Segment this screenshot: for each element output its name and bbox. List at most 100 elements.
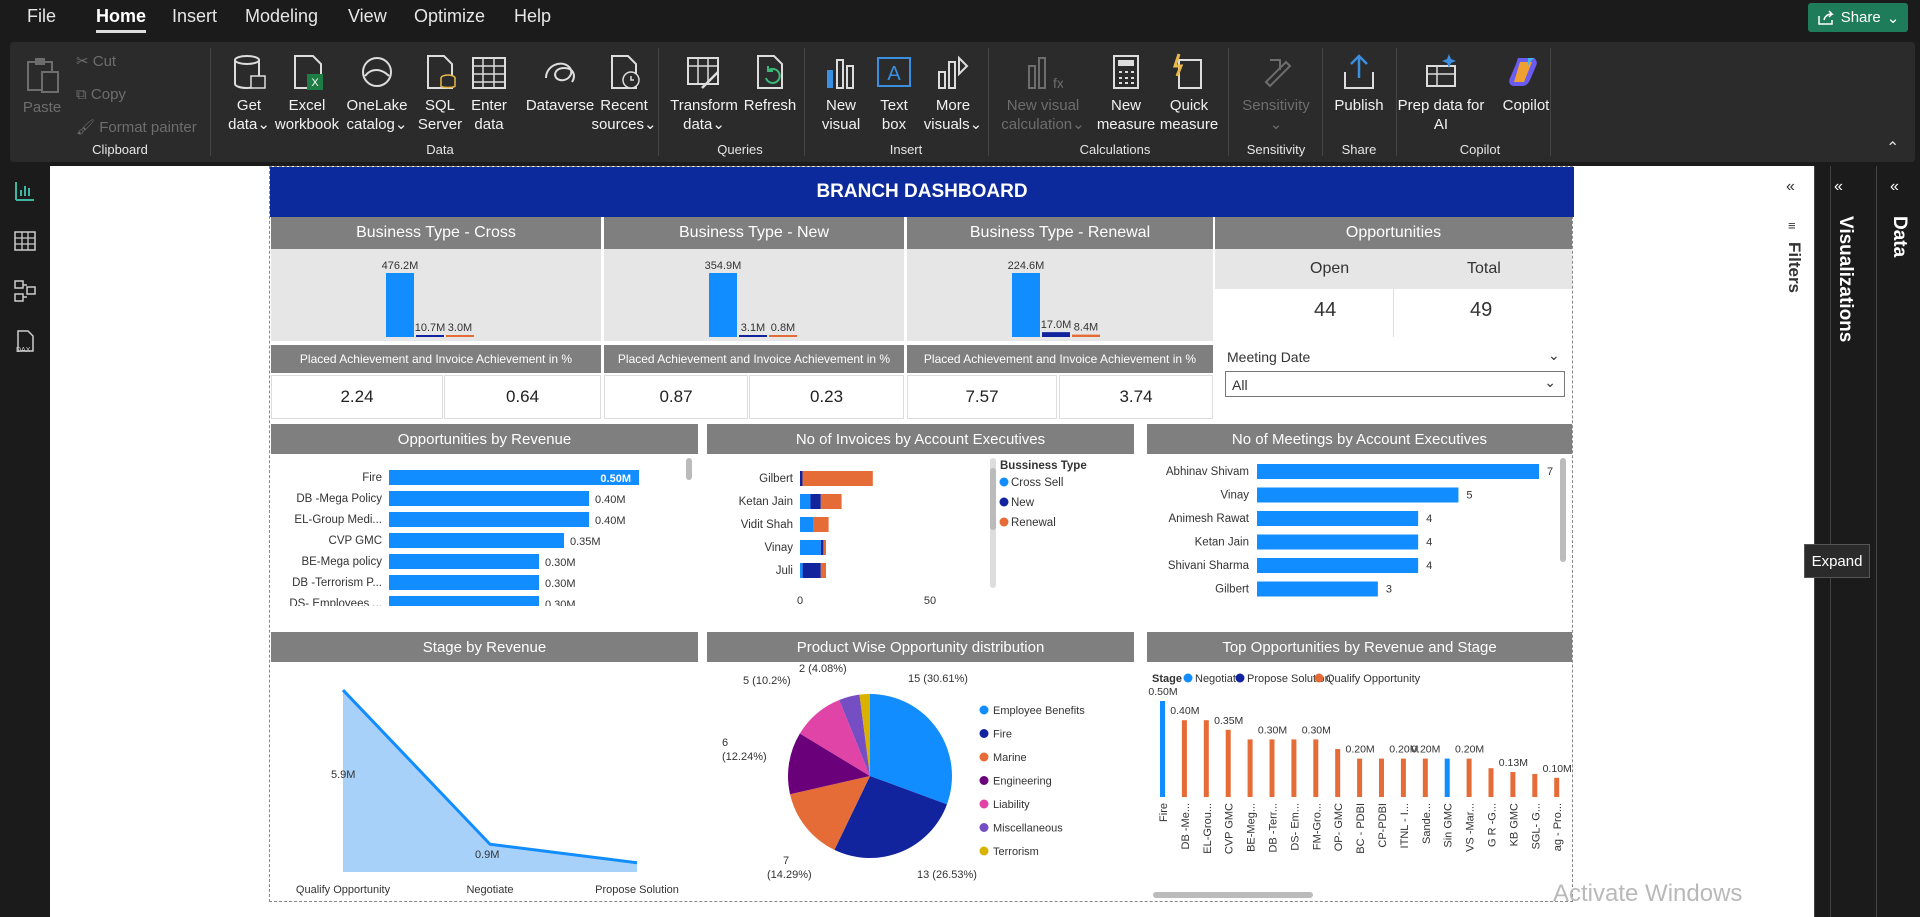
table-view-icon[interactable]: [12, 228, 38, 254]
model-view-icon[interactable]: [12, 278, 38, 304]
category-label: Vinay: [764, 542, 793, 554]
onelake-catalog-button[interactable]: OneLake catalog⌄: [344, 52, 410, 134]
data-label: 0.40M: [1170, 705, 1199, 717]
data-label: 0.35M: [570, 536, 601, 548]
category-label: DS- Em...: [1289, 803, 1301, 851]
pie-data-label: 7: [783, 855, 789, 867]
opportunity-bar: [1444, 758, 1450, 797]
data-pane-title[interactable]: Data: [1888, 216, 1910, 257]
tab-view[interactable]: View: [348, 6, 387, 27]
x-tick-label: 0: [797, 595, 803, 606]
data-label: 0.40M: [595, 494, 626, 506]
data-label: 0.50M: [600, 473, 631, 485]
category-label: FM-Gro...: [1311, 803, 1323, 850]
chevron-down-icon: ⌄: [969, 116, 983, 133]
data-label: 3: [1386, 584, 1392, 596]
invoice-bar-segment: [813, 517, 829, 532]
meeting-date-value: All: [1232, 377, 1248, 393]
invoice-bar-segment: [800, 563, 803, 578]
sql-server-button[interactable]: SQL Server: [416, 52, 464, 134]
new-visual-calculation-button[interactable]: fx New visual calculation⌄: [998, 52, 1088, 134]
refresh-button[interactable]: Refresh: [740, 52, 800, 115]
revenue-bar: [389, 491, 589, 506]
opportunity-bar: [1466, 758, 1472, 797]
invoice-bar-segment: [800, 494, 811, 509]
excel-workbook-button[interactable]: X Excel workbook: [272, 52, 342, 134]
data-label: 0.9M: [475, 849, 499, 861]
opportunity-bar: [1181, 720, 1187, 797]
cut-button[interactable]: ✂ Cut: [76, 52, 116, 71]
paste-button[interactable]: Paste: [22, 54, 62, 117]
invoice-bar-segment: [800, 517, 813, 532]
enter-data-button[interactable]: Enter data: [464, 52, 514, 134]
separator: [1228, 48, 1229, 156]
separator: [804, 48, 805, 156]
svg-text:A: A: [887, 63, 901, 85]
report-view-icon[interactable]: [12, 178, 38, 204]
legend-marker: [979, 729, 989, 738]
pie-data-label: 5 (10.2%): [743, 675, 791, 687]
meetings-by-ae-title: No of Meetings by Account Executives: [1147, 424, 1572, 454]
pie-data-label: (14.29%): [767, 869, 812, 881]
expand-visualizations-icon[interactable]: «: [1834, 178, 1843, 196]
separator: [658, 48, 659, 156]
quick-measure-button[interactable]: Quick measure: [1158, 52, 1220, 134]
category-label: OP- GMC: [1333, 803, 1345, 851]
category-label: EL-Grou...: [1202, 803, 1214, 854]
copy-button[interactable]: ⧉ Copy: [76, 85, 126, 104]
category-label: Vidit Shah: [741, 519, 793, 531]
expand-data-icon[interactable]: «: [1890, 178, 1899, 196]
invoice-bar-segment: [810, 494, 821, 509]
more-visuals-icon: [938, 55, 969, 89]
pie-data-label: 2 (4.08%): [799, 664, 847, 675]
prep-data-for-ai-button[interactable]: Prep data for AI: [1396, 52, 1486, 134]
category-label: Qualify Opportunity: [296, 884, 391, 896]
stage-by-revenue-title: Stage by Revenue: [271, 632, 698, 662]
new-visual-button[interactable]: New visual: [816, 52, 866, 134]
business-type-bar-label: 3.0M: [448, 322, 472, 334]
category-label: Fire: [362, 472, 382, 484]
chevron-down-icon[interactable]: ⌄: [1548, 347, 1560, 364]
table-icon: [472, 57, 506, 89]
category-label: Shivani Sharma: [1168, 560, 1250, 572]
text-box-button[interactable]: A Text box: [872, 52, 916, 134]
meetings-bar: [1257, 534, 1419, 550]
share-button[interactable]: Share ⌄: [1808, 3, 1908, 32]
data-label: 5.9M: [331, 769, 355, 781]
tab-optimize[interactable]: Optimize: [414, 6, 485, 27]
get-data-button[interactable]: Get data⌄: [224, 52, 274, 134]
achievement-label-cross: Placed Achievement and Invoice Achieveme…: [271, 345, 601, 373]
data-label: 0.50M: [1148, 686, 1177, 698]
more-visuals-button[interactable]: More visuals⌄: [920, 52, 986, 134]
tab-insert[interactable]: Insert: [172, 6, 217, 27]
meeting-date-dropdown[interactable]: All ⌄: [1225, 371, 1565, 397]
visualizations-pane-title[interactable]: Visualizations: [1834, 216, 1856, 342]
dax-query-view-icon[interactable]: DAX: [12, 328, 38, 354]
chevron-down-icon: ⌄: [1886, 9, 1900, 27]
category-label: Juli: [776, 565, 793, 577]
invoice-bar-segment: [823, 540, 826, 555]
invoice-bar-segment: [820, 563, 826, 578]
copilot-button[interactable]: Copilot: [1496, 52, 1556, 115]
menu-file[interactable]: File: [27, 6, 56, 27]
data-label: 0.30M: [545, 599, 576, 606]
collapse-filters-icon[interactable]: «: [1786, 178, 1795, 196]
format-painter-button[interactable]: 🖌 Format painter: [76, 118, 197, 137]
collapse-ribbon-icon[interactable]: ⌃: [1886, 138, 1899, 158]
publish-button[interactable]: Publish: [1326, 52, 1392, 115]
tab-home[interactable]: Home: [96, 6, 147, 33]
opportunity-bar: [1291, 739, 1297, 797]
filters-pane-title[interactable]: Filters: [1784, 242, 1804, 293]
transform-data-button[interactable]: Transform data⌄: [670, 52, 738, 134]
category-label: BE-Mega policy: [301, 556, 382, 568]
data-label: 5: [1466, 490, 1472, 502]
recent-sources-button[interactable]: Recent sources⌄: [588, 52, 660, 134]
tab-modeling[interactable]: Modeling: [245, 6, 318, 27]
new-measure-button[interactable]: New measure: [1096, 52, 1156, 134]
tab-help[interactable]: Help: [514, 6, 551, 27]
sensitivity-button[interactable]: Sensitivity ⌄: [1236, 52, 1316, 134]
legend-marker: [999, 517, 1009, 527]
dataverse-button[interactable]: Dataverse: [522, 52, 598, 115]
opportunity-bar: [1379, 758, 1384, 797]
refresh-icon: [757, 55, 783, 89]
